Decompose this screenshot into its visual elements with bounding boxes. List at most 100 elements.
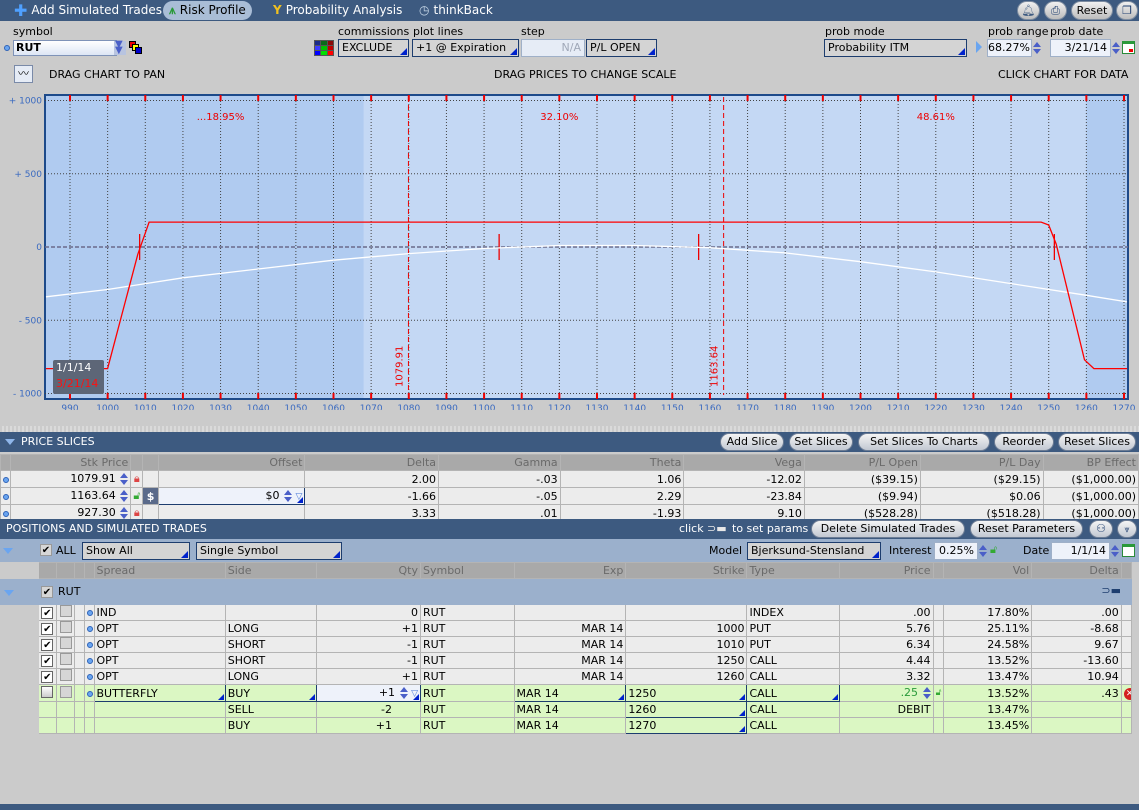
tab-probability-analysis[interactable]: Y Probability Analysis [267, 1, 408, 20]
row-chart-toggle[interactable] [59, 685, 72, 698]
col-exp[interactable]: Exp [513, 562, 627, 579]
model-select[interactable]: Bjerksund-Stensland [747, 542, 881, 560]
alert-button[interactable]: 🔔︎ [1017, 1, 1040, 20]
col-theta[interactable]: Theta [559, 454, 685, 471]
slice-row[interactable]: 1079.91 🔒︎ 2.00 -.03 1.06 -12.02 ($39.15… [0, 470, 1139, 488]
row-dot-icon[interactable] [87, 690, 93, 697]
row-checkbox[interactable] [41, 655, 54, 667]
unlock-icon[interactable]: 🔓︎ [932, 684, 944, 702]
row-checkbox[interactable] [41, 607, 54, 619]
offset-spinner[interactable] [283, 489, 293, 504]
side-select[interactable]: BUY [224, 684, 318, 702]
chart-type-button[interactable]: 〰 [14, 65, 33, 83]
row-chart-toggle[interactable] [59, 605, 72, 617]
collapse-all-button[interactable]: ⩔ [1117, 520, 1137, 538]
position-row[interactable]: OPT LONG +1 RUT MAR 14 1260 CALL 3.32 13… [0, 668, 1133, 685]
strike-select[interactable]: 1270 [625, 717, 748, 734]
slice-row[interactable]: 1163.64 🔓︎ $ $0 ▽ -1.66 -.05 2.29 -23.84… [0, 487, 1139, 505]
row-checkbox[interactable] [41, 685, 54, 698]
reset-button[interactable]: Reset [1071, 1, 1113, 20]
dropdown-triangle-icon[interactable]: ▽ [296, 492, 303, 502]
qty-spinner[interactable] [399, 686, 408, 701]
slice-stk-price[interactable]: 1163.64 [9, 487, 132, 505]
col-price[interactable]: Price [839, 562, 934, 579]
reset-parameters-button[interactable]: Reset Parameters [970, 520, 1083, 538]
wrench-icon[interactable]: ⊃▬ [1101, 584, 1121, 597]
col-qty[interactable]: Qty [316, 562, 421, 579]
col-delta[interactable]: Delta [304, 454, 440, 471]
col-pl-day[interactable]: P/L Day [919, 454, 1044, 471]
row-dot-icon[interactable] [87, 674, 93, 680]
delete-simulated-trades-button[interactable]: Delete Simulated Trades [811, 520, 965, 538]
unlock-icon[interactable]: 🔓︎ [990, 543, 997, 557]
row-checkbox[interactable] [41, 671, 54, 683]
add-simulated-trades-button[interactable]: ✚ Add Simulated Trades [8, 1, 168, 20]
expand-group-triangle-icon[interactable] [4, 590, 14, 596]
group-row-rut[interactable]: RUT ⊃▬ [0, 578, 1132, 605]
reorder-button[interactable]: Reorder [994, 433, 1054, 451]
row-dot-icon[interactable] [87, 658, 93, 664]
col-strike[interactable]: Strike [625, 562, 748, 579]
show-filter-select[interactable]: Show All [82, 542, 190, 560]
step-input[interactable]: N/A [521, 39, 585, 57]
row-dot-icon[interactable] [87, 626, 93, 632]
prob-date-spinner[interactable] [1111, 40, 1120, 56]
strike-select[interactable]: 1250 [625, 684, 748, 702]
col-spread[interactable]: Spread [93, 562, 226, 579]
commissions-select[interactable]: EXCLUDE [338, 39, 409, 57]
calendar-icon[interactable] [1122, 41, 1135, 54]
type-select[interactable]: CALL [746, 684, 840, 702]
qty-input[interactable]: +1 ▽ [316, 684, 421, 702]
position-row[interactable]: OPT SHORT -1 RUT MAR 14 1010 PUT 6.34 24… [0, 636, 1133, 653]
interest-spinner[interactable] [978, 543, 987, 559]
lock-icon[interactable]: 🔒︎ [130, 470, 144, 488]
symbol-mode-select[interactable]: Single Symbol [196, 542, 342, 560]
col-pl-open[interactable]: P/L Open [803, 454, 921, 471]
row-chart-toggle[interactable] [59, 621, 72, 633]
col-side[interactable]: Side [224, 562, 318, 579]
exp-select[interactable]: MAR 14 [513, 684, 627, 702]
dollar-toggle-button[interactable]: $ [142, 487, 159, 505]
tab-risk-profile[interactable]: ⩚ Risk Profile [163, 1, 252, 20]
prob-date-input[interactable]: 3/21/14 [1050, 39, 1111, 57]
col-gamma[interactable]: Gamma [438, 454, 561, 471]
prob-range-spinner[interactable] [1032, 40, 1041, 56]
col-vol[interactable]: Vol [942, 562, 1033, 579]
position-row[interactable]: OPT SHORT -1 RUT MAR 14 1250 CALL 4.44 1… [0, 652, 1133, 669]
interest-input[interactable]: 0.25% [934, 542, 978, 560]
all-checkbox[interactable] [40, 544, 52, 556]
simulated-trade-row[interactable]: BUTTERFLY BUY +1 ▽ RUT MAR 14 1250 CALL … [0, 684, 1133, 702]
group-checkbox[interactable] [41, 586, 53, 598]
expand-all-triangle-icon[interactable] [3, 548, 13, 554]
date-spinner[interactable] [1110, 543, 1119, 559]
simulated-leg-row[interactable]: BUY +1 RUT MAR 14 1270 CALL 13.45% [0, 717, 1133, 734]
collapse-triangle-icon[interactable] [5, 439, 15, 445]
delete-trade-icon[interactable]: ✕ [1123, 688, 1131, 700]
pl-mode-select[interactable]: P/L OPEN [586, 39, 657, 57]
plot-lines-select[interactable]: +1 @ Expiration [412, 39, 519, 57]
slice-offset-input[interactable]: $0 ▽ [157, 487, 306, 505]
expand-arrow-icon[interactable] [976, 41, 982, 53]
slice-stk-price[interactable]: 1079.91 [9, 470, 132, 488]
row-dot-icon[interactable] [87, 610, 93, 616]
strike-select[interactable]: 1260 [625, 701, 748, 718]
row-chart-toggle[interactable] [59, 669, 72, 681]
date-input[interactable]: 1/1/14 [1051, 542, 1110, 560]
reset-slices-button[interactable]: Reset Slices [1058, 433, 1136, 451]
group-settings-button[interactable]: ⚇ [1089, 520, 1113, 538]
col-delta[interactable]: Delta [1031, 562, 1122, 579]
position-row[interactable]: IND 0 RUT INDEX .00 17.80% .00 [0, 604, 1133, 621]
print-button[interactable]: ⎙ [1044, 1, 1067, 20]
row-chart-toggle[interactable] [59, 637, 72, 649]
row-checkbox[interactable] [41, 639, 54, 651]
prob-range-input[interactable]: 68.27% [987, 39, 1032, 57]
unlock-icon[interactable]: 🔓︎ [130, 487, 144, 505]
prob-mode-select[interactable]: Probability ITM [824, 39, 967, 57]
row-dot-icon[interactable] [87, 642, 93, 648]
col-offset[interactable]: Offset [157, 454, 306, 471]
row-chart-toggle[interactable] [59, 653, 72, 665]
symbol-link-dot[interactable] [4, 45, 10, 51]
spread-select[interactable]: BUTTERFLY [93, 684, 226, 702]
simulated-leg-row[interactable]: SELL -2 RUT MAR 14 1260 CALL DEBIT 13.47… [0, 701, 1133, 718]
symbol-dropdown-button[interactable]: ▼ ▼ [114, 39, 126, 56]
